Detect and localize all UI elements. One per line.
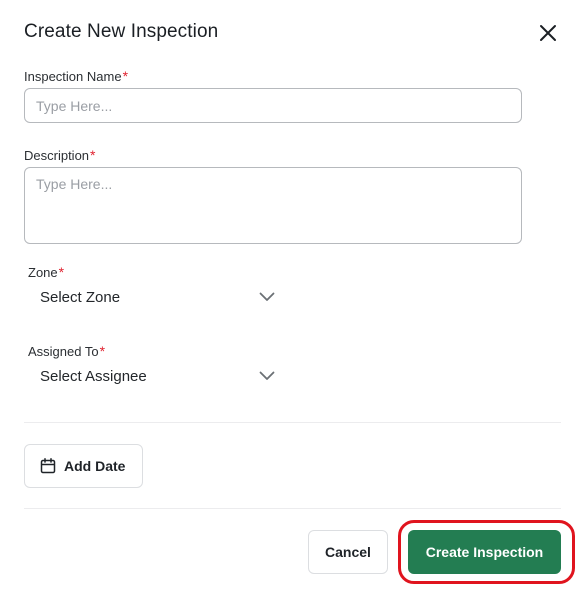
required-mark: * — [58, 264, 65, 280]
divider — [24, 422, 561, 423]
add-date-label: Add Date — [64, 458, 126, 474]
zone-select-value: Select Zone — [40, 288, 121, 306]
calendar-icon — [40, 458, 56, 474]
divider — [24, 508, 561, 509]
add-date-button[interactable]: Add Date — [24, 444, 143, 488]
chevron-down-icon — [258, 288, 276, 306]
description-label: Description* — [24, 147, 96, 163]
create-inspection-dialog: Create New Inspection Inspection Name* D… — [0, 0, 586, 598]
zone-label: Zone* — [28, 264, 65, 280]
chevron-down-icon — [258, 367, 276, 385]
assignee-select-value: Select Assignee — [40, 367, 147, 385]
dialog-title: Create New Inspection — [24, 21, 219, 42]
required-mark: * — [90, 147, 96, 163]
description-textarea[interactable] — [24, 167, 522, 244]
create-inspection-button[interactable]: Create Inspection — [408, 530, 561, 574]
zone-select[interactable]: Select Zone — [40, 284, 280, 310]
close-button[interactable] — [536, 21, 560, 45]
inspection-name-input[interactable] — [24, 88, 522, 123]
inspection-name-label: Inspection Name* — [24, 68, 129, 84]
cancel-button[interactable]: Cancel — [308, 530, 388, 574]
assignee-select[interactable]: Select Assignee — [40, 363, 280, 389]
close-icon — [540, 25, 556, 41]
required-mark: * — [99, 343, 106, 359]
required-mark: * — [122, 68, 129, 84]
assigned-to-label: Assigned To* — [28, 343, 106, 359]
